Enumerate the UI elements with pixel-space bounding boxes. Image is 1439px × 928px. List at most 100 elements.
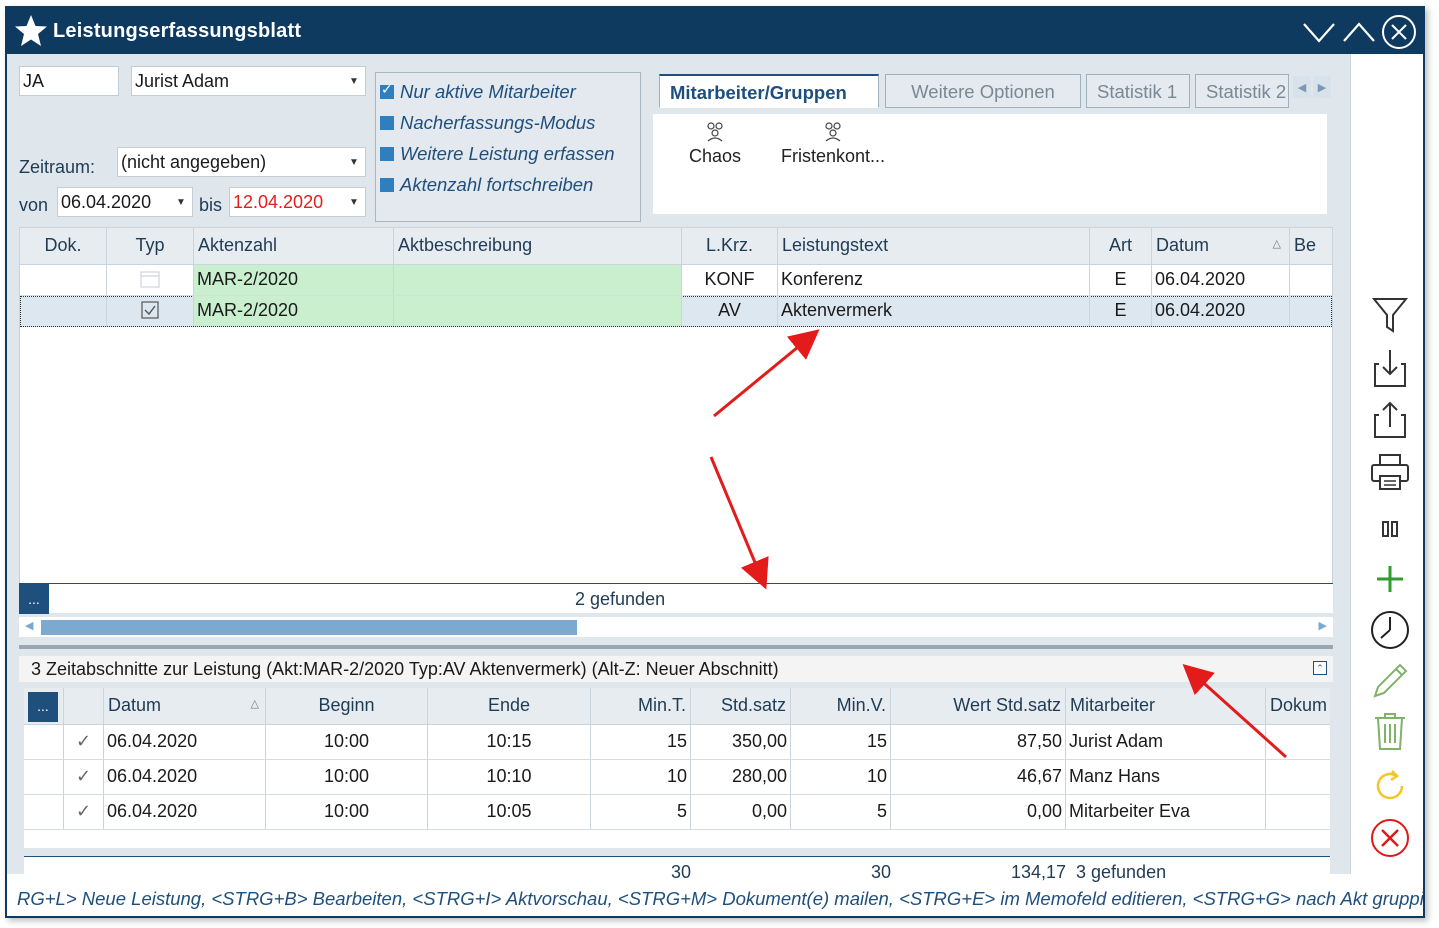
checkbox-icon[interactable] [380,116,394,130]
cell-beginn: 10:00 [266,760,428,794]
tab-statistik-2[interactable]: Statistik 2 [1195,74,1289,108]
user-select[interactable]: Jurist Adam ▼ [131,66,366,96]
col-mint[interactable]: Min.T. [591,688,691,724]
table-row[interactable]: MAR-2/2020 KONF Konferenz E 06.04.2020 [20,265,1332,296]
checkbox-icon[interactable] [380,178,394,192]
col-aktbeschreibung[interactable]: Aktbeschreibung [394,228,682,264]
collapse-icon[interactable]: ⌃ [1313,661,1327,675]
cell-art: E [1090,296,1152,326]
cell-beginn: 10:00 [266,795,428,829]
cell-wert: 87,50 [891,725,1066,759]
option-aktenzahl-fortschreiben[interactable]: Aktenzahl fortschreiben [380,174,593,196]
table-row[interactable]: ✓ 06.04.2020 10:00 10:15 15 350,00 15 87… [24,725,1330,760]
col-lkrz[interactable]: L.Krz. [682,228,778,264]
delete-icon[interactable] [1369,710,1411,752]
cell-dokum [1266,725,1330,759]
scrollbar-thumb[interactable] [41,620,577,635]
add-icon[interactable] [1369,558,1411,600]
cell-wert: 0,00 [891,795,1066,829]
tab-mitarbeiter-gruppen[interactable]: Mitarbeiter/Gruppen [659,74,879,108]
check-icon: ✓ [64,725,104,759]
cell-ende: 10:10 [428,760,591,794]
zeitraum-select[interactable]: (nicht angegeben) ▼ [117,147,366,177]
tab-scroll-left-icon[interactable]: ◀ [1293,76,1311,98]
import-icon[interactable] [1369,347,1411,389]
tab-statistik-1[interactable]: Statistik 1 [1086,74,1190,108]
grid-header: ... Datum △ Beginn Ende Min.T. Std.satz … [24,688,1330,725]
col-dots[interactable]: ... [24,688,64,724]
cell-wert: 46,67 [891,760,1066,794]
option-weitere-leistung[interactable]: Weitere Leistung erfassen [380,143,615,165]
chevron-down-icon[interactable]: ▼ [346,71,362,91]
tab-scroll-right-icon[interactable]: ▶ [1313,76,1331,98]
grid-header: Dok. Typ Aktenzahl Aktbeschreibung L.Krz… [20,228,1332,265]
sort-asc-icon: △ [1272,238,1281,250]
col-dokum[interactable]: Dokum [1266,688,1330,724]
col-ende[interactable]: Ende [428,688,591,724]
cell-dok [20,296,107,326]
columns-icon[interactable] [1369,508,1411,550]
table-row[interactable]: ✓ 06.04.2020 10:00 10:10 10 280,00 10 46… [24,760,1330,795]
refresh-icon[interactable] [1369,765,1411,807]
col-wert[interactable]: Wert Std.satz [891,688,1066,724]
checkbox-icon[interactable] [380,147,394,161]
edit-icon[interactable] [1369,660,1411,702]
cell-leistungstext: Aktenvermerk [778,296,1090,326]
group-chaos[interactable]: Chaos [689,120,741,167]
col-dok[interactable]: Dok. [20,228,107,264]
cell-art: E [1090,265,1152,295]
column-chooser-button[interactable]: ... [28,692,58,722]
col-minv[interactable]: Min.V. [791,688,891,724]
von-label: von [19,195,49,215]
option-label: Weitere Leistung erfassen [400,143,615,164]
table-row[interactable]: ✓ 06.04.2020 10:00 10:05 5 0,00 5 0,00 M… [24,795,1330,830]
filter-icon[interactable] [1369,294,1411,336]
col-beginn[interactable]: Beginn [266,688,428,724]
minimize-icon[interactable] [1301,14,1337,50]
sum-wert: 134,17 [1010,862,1066,882]
cell-minv: 15 [791,725,891,759]
checkbox-checked-icon[interactable] [380,81,394,99]
col-art[interactable]: Art [1090,228,1152,264]
maximize-icon[interactable] [1341,14,1377,50]
col-datum[interactable]: Datum △ [1152,228,1290,264]
group-icon [707,122,723,142]
clock-icon[interactable] [1369,609,1411,651]
scroll-right-icon[interactable]: ▶ [1319,619,1327,632]
col-be[interactable]: Be [1290,228,1332,264]
col-datum-label: Datum [1156,235,1210,255]
cell-datum: 06.04.2020 [1152,296,1290,326]
chevron-down-icon[interactable]: ▼ [346,192,362,212]
cancel-icon[interactable] [1369,817,1411,859]
column-chooser-button[interactable]: ... [19,584,49,614]
col-typ[interactable]: Typ [107,228,194,264]
bis-date-field[interactable]: 12.04.2020 ▼ [229,187,366,217]
cell-minv: 5 [791,795,891,829]
cell-dok [20,265,107,295]
table-row-selected[interactable]: MAR-2/2020 AV Aktenvermerk E 06.04.2020 [20,296,1332,327]
col-mitarbeiter[interactable]: Mitarbeiter [1066,688,1266,724]
cell-indicator [24,760,64,794]
group-fristenkont[interactable]: Fristenkont... [781,120,885,167]
col-stdsatz[interactable]: Std.satz [691,688,791,724]
col-leistungstext[interactable]: Leistungstext [778,228,1090,264]
scroll-left-icon[interactable]: ◀ [25,619,33,632]
zeitabschnitte-grid: ... Datum △ Beginn Ende Min.T. Std.satz … [24,688,1330,848]
bis-label: bis [199,195,223,215]
user-code-field[interactable]: JA [19,66,119,96]
close-icon[interactable] [1381,14,1417,50]
von-date-field[interactable]: 06.04.2020 ▼ [57,187,193,217]
print-icon[interactable] [1369,451,1411,493]
horizontal-scrollbar[interactable]: ◀ ▶ [19,617,1333,637]
col-aktenzahl[interactable]: Aktenzahl [194,228,394,264]
sort-asc-icon: △ [250,698,259,710]
option-nur-aktive-mitarbeiter[interactable]: Nur aktive Mitarbeiter [380,81,576,103]
export-icon[interactable] [1369,398,1411,440]
col-datum[interactable]: Datum △ [104,688,266,724]
splitter[interactable] [19,645,1333,649]
chevron-down-icon[interactable]: ▼ [173,192,189,212]
tab-weitere-optionen[interactable]: Weitere Optionen [885,74,1081,108]
cell-mint: 10 [591,760,691,794]
chevron-down-icon[interactable]: ▼ [346,152,362,172]
option-nacherfassungs-modus[interactable]: Nacherfassungs-Modus [380,112,595,134]
